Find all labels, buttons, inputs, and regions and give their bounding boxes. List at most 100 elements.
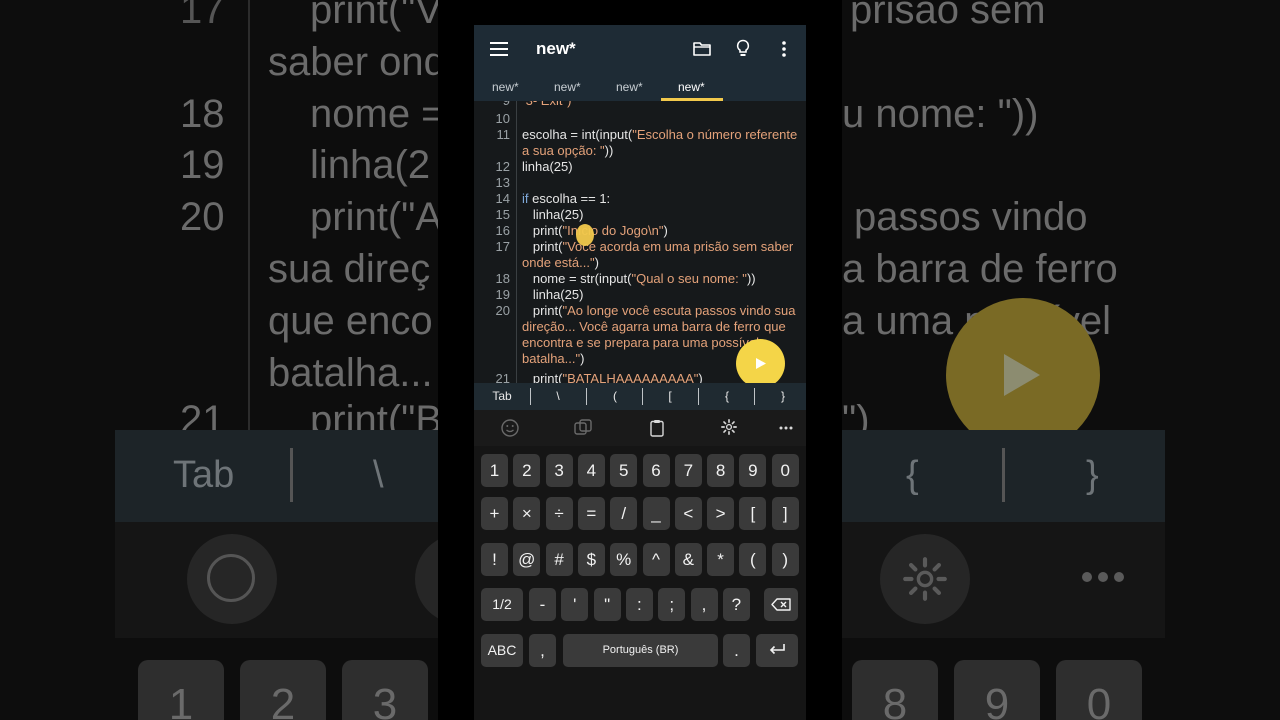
key-row1-6[interactable]: 7	[674, 454, 702, 487]
line-number: 15	[495, 207, 510, 222]
tab-file-2[interactable]: new*	[554, 80, 581, 94]
play-icon	[756, 358, 766, 369]
menu-icon[interactable]	[490, 42, 508, 56]
key-row2-8[interactable]: [	[739, 497, 767, 530]
key-row2-2[interactable]: ÷	[545, 497, 573, 530]
code-text: linha(25)	[522, 159, 802, 175]
bg-bar-label: }	[1086, 454, 1099, 496]
code-token: linha(25)	[522, 159, 573, 174]
key-row1-5[interactable]: 6	[642, 454, 670, 487]
bg-line: saber ond	[268, 40, 438, 84]
key-row4-5[interactable]: ;	[658, 588, 686, 621]
background-symbol-bar: Tab \	[115, 430, 438, 522]
code-token: ))	[604, 143, 614, 158]
key-row3-5[interactable]: ^	[642, 543, 670, 576]
symbol-key-backslash[interactable]: \	[544, 389, 572, 403]
key-row1-3[interactable]: 4	[577, 454, 605, 487]
key-space[interactable]: Português (BR)	[563, 634, 718, 667]
gear-icon[interactable]	[720, 418, 738, 436]
key-row4-7[interactable]: ?	[722, 588, 750, 621]
code-token: nome = str(input(	[522, 271, 632, 286]
symbol-key-brace-open[interactable]: {	[713, 389, 741, 403]
key-comma[interactable]: ,	[529, 634, 556, 667]
key-backspace[interactable]	[764, 588, 798, 621]
key-row4-4[interactable]: :	[625, 588, 653, 621]
bg-key: 3	[342, 660, 428, 720]
key-row4-2[interactable]: '	[561, 588, 589, 621]
key-row1-4[interactable]: 5	[610, 454, 638, 487]
key-row4-0[interactable]: 1/2	[481, 588, 523, 621]
code-token: ))	[746, 271, 756, 286]
key-row3-2[interactable]: #	[545, 543, 573, 576]
tab-file-1[interactable]: new*	[492, 80, 519, 94]
tab-file-4[interactable]: new*	[678, 80, 705, 94]
background-right-panel: prisão sem u nome: ")) passos vindo a ba…	[842, 0, 1280, 720]
code-token: linha(25)	[522, 207, 584, 222]
background-gutter	[248, 0, 250, 430]
key-abc[interactable]: ABC	[481, 634, 523, 667]
key-row1-8[interactable]: 9	[739, 454, 767, 487]
code-text: print("Voce acorda em uma prisão sem sab…	[522, 239, 802, 271]
key-enter[interactable]	[756, 634, 798, 667]
symbol-key-tab[interactable]: Tab	[488, 389, 516, 403]
symbol-key-brace-close[interactable]: }	[769, 389, 797, 403]
key-row2-9[interactable]: ]	[771, 497, 799, 530]
code-text: 3- Exit")	[522, 101, 802, 109]
bg-dot	[1098, 572, 1108, 582]
emoji-icon[interactable]	[501, 419, 519, 437]
key-row1-7[interactable]: 8	[707, 454, 735, 487]
text-cursor-handle[interactable]	[576, 224, 594, 246]
key-row4-3[interactable]: "	[593, 588, 621, 621]
key-row3-0[interactable]: !	[481, 543, 508, 576]
key-row3-6[interactable]: &	[674, 543, 702, 576]
key-row2-5[interactable]: _	[642, 497, 670, 530]
key-row3-1[interactable]: @	[513, 543, 541, 576]
bg-line: sua direç	[268, 247, 431, 291]
code-token: )	[663, 223, 668, 238]
key-row2-0[interactable]: +	[481, 497, 508, 530]
key-row4-1[interactable]: -	[529, 588, 556, 621]
key-period[interactable]: .	[723, 634, 750, 667]
run-button[interactable]	[736, 339, 785, 388]
clipboard-icon[interactable]	[650, 419, 664, 437]
key-row4-6[interactable]: ,	[690, 588, 718, 621]
code-token: print(	[522, 239, 563, 254]
key-row1-2[interactable]: 3	[545, 454, 573, 487]
key-row3-3[interactable]: $	[577, 543, 605, 576]
key-row3-7[interactable]: *	[707, 543, 735, 576]
key-row1-0[interactable]: 1	[481, 454, 508, 487]
bg-key: 2	[240, 660, 326, 720]
bg-line-num: 19	[180, 143, 225, 187]
enter-icon	[769, 644, 785, 655]
key-row3-8[interactable]: (	[739, 543, 767, 576]
lightbulb-icon[interactable]	[736, 39, 750, 58]
bg-line: passos vindo	[854, 195, 1088, 239]
key-row2-1[interactable]: ×	[513, 497, 541, 530]
tab-file-3[interactable]: new*	[616, 80, 643, 94]
sticker-icon[interactable]	[574, 419, 592, 437]
key-row2-6[interactable]: <	[674, 497, 702, 530]
symbol-key-bracket[interactable]: [	[656, 389, 684, 403]
symbol-key-paren[interactable]: (	[601, 389, 629, 403]
key-row2-4[interactable]: /	[610, 497, 638, 530]
bg-emoji-icon	[207, 554, 255, 602]
code-token: print(	[522, 303, 563, 318]
more-horiz-icon[interactable]	[779, 426, 793, 430]
key-row3-4[interactable]: %	[610, 543, 638, 576]
bg-key: 1	[138, 660, 224, 720]
more-vert-icon[interactable]	[782, 41, 786, 57]
key-row1-9[interactable]: 0	[771, 454, 799, 487]
line-number: 11	[496, 127, 511, 142]
string-literal: "BATALHAAAAAAAAA"	[562, 371, 699, 383]
code-token: )	[580, 351, 585, 366]
key-row2-7[interactable]: >	[707, 497, 735, 530]
bg-line: 17	[180, 0, 225, 32]
key-row3-9[interactable]: )	[771, 543, 799, 576]
line-number: 13	[495, 175, 510, 190]
key-row1-1[interactable]: 2	[513, 454, 541, 487]
key-row2-3[interactable]: =	[577, 497, 605, 530]
folder-icon[interactable]	[693, 41, 711, 56]
bg-dot	[1114, 572, 1124, 582]
line-number: 17	[495, 239, 510, 254]
line-number: 18	[495, 271, 510, 286]
